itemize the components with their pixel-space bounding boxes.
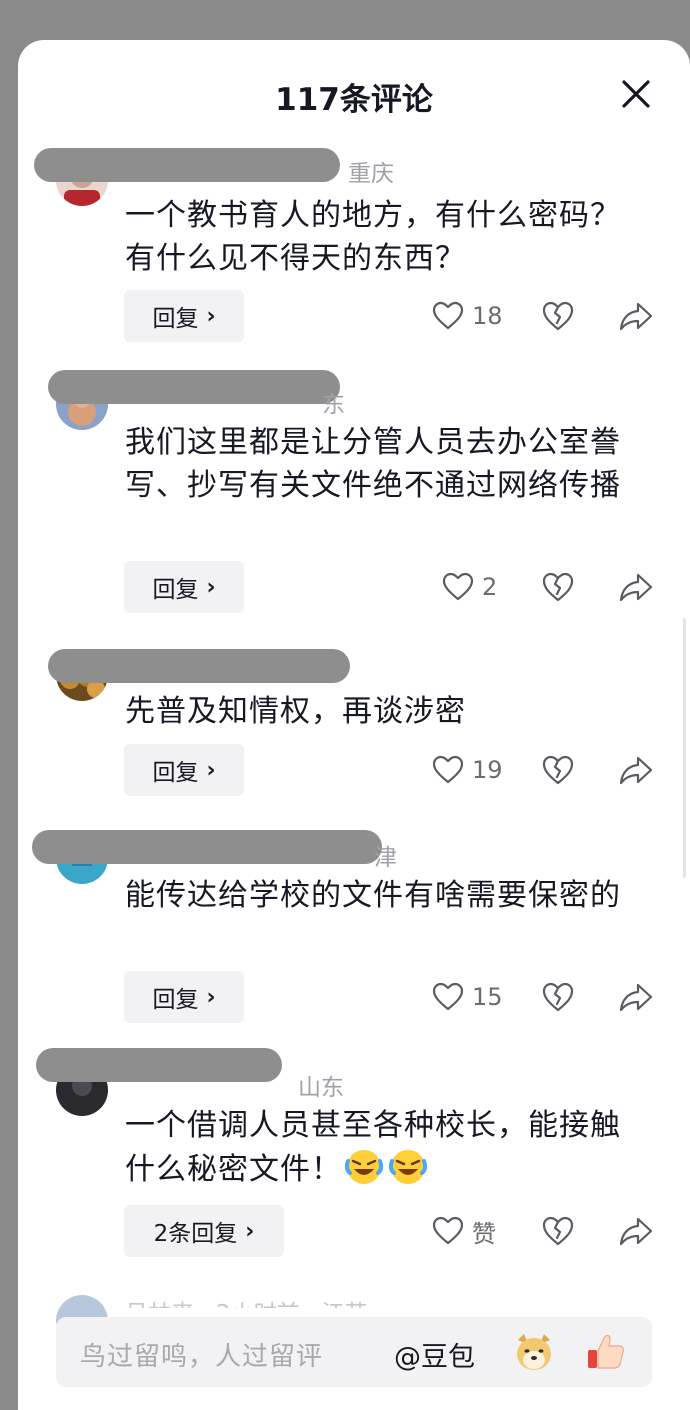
doge-emoji-icon[interactable] [512,1330,556,1374]
reply-button[interactable]: 回复 › [124,744,244,796]
laughing-crying-emoji-icon [388,1150,428,1184]
comment-item: 山东 一个借调人员甚至各种校长，能接触什么秘密文件！ 2条回复 › 赞 [18,1048,690,1268]
like-button[interactable]: 18 [432,296,503,336]
like-count: 18 [472,302,503,330]
broken-heart-icon[interactable] [540,979,576,1015]
partial-comment-meta: 吕林来 · 2小时前 · 江苏 [125,1294,368,1308]
chevron-right-icon: › [206,303,216,329]
comment-item: 东 我们这里都是让分管人员去办公室誊写、抄写有关文件绝不通过网络传播 回复 › 2 [18,368,690,618]
reply-label: 回复 [152,987,199,1013]
broken-heart-icon[interactable] [540,752,576,788]
reply-label: 回复 [152,760,199,786]
reply-button[interactable]: 回复 › [124,971,244,1023]
heart-outline-icon [432,755,464,784]
comments-title: 117条评论 [275,82,433,118]
chevron-right-icon: › [206,574,216,600]
broken-heart-icon[interactable] [540,1213,576,1249]
comment-location: 津 [374,845,397,871]
redacted-username [48,370,340,404]
like-button[interactable]: 15 [432,977,503,1017]
mention-doubao-button[interactable]: @豆包 [394,1335,475,1374]
heart-outline-icon [432,1216,464,1245]
like-count: 2 [482,573,498,601]
reply-label: 回复 [152,306,199,332]
share-arrow-icon[interactable] [618,569,654,605]
broken-heart-icon[interactable] [540,298,576,334]
comment-text: 先普及知情权，再谈涉密 [125,694,466,729]
like-count: 赞 [472,1219,496,1248]
comment-item: 津 能传达给学校的文件有啥需要保密的 回复 › 15 [18,828,690,1028]
comment-text: 我们这里都是让分管人员去办公室誊写、抄写有关文件绝不通过网络传播 [125,425,621,503]
redacted-username [32,830,382,864]
like-button[interactable]: 赞 [432,1211,496,1251]
heart-outline-icon [442,572,474,601]
comment-item: 先普及知情权，再谈涉密 回复 › 19 [18,645,690,805]
chevron-right-icon: › [206,757,216,783]
heart-outline-icon [432,301,464,330]
laughing-crying-emoji-icon [344,1150,384,1184]
close-icon[interactable] [618,76,654,112]
share-arrow-icon[interactable] [618,298,654,334]
comment-location: 山东 [298,1075,344,1101]
share-arrow-icon[interactable] [618,752,654,788]
share-arrow-icon[interactable] [618,979,654,1015]
broken-heart-icon[interactable] [540,569,576,605]
reply-button[interactable]: 回复 › [124,561,244,613]
thumbs-up-emoji-icon[interactable] [584,1330,628,1374]
comment-text: 一个借调人员甚至各种校长，能接触什么秘密文件！ [125,1104,645,1191]
like-button[interactable]: 2 [442,567,497,607]
redacted-username [36,1048,282,1082]
comment-location: 重庆 [348,161,394,187]
comment-input[interactable]: 鸟过留鸣，人过留评 @豆包 [56,1317,652,1387]
reply-label: 2条回复 [153,1221,238,1247]
reply-label: 回复 [152,577,199,603]
scrollbar[interactable] [683,618,686,878]
comment-item: 重庆 一个教书育人的地方，有什么密码？有什么见不得天的东西？ 回复 › 18 [18,148,690,348]
redacted-username [34,148,340,182]
chevron-right-icon: › [206,984,216,1010]
redacted-username [48,649,350,683]
comments-header: 117条评论 [18,40,690,148]
share-arrow-icon[interactable] [618,1213,654,1249]
heart-outline-icon [432,982,464,1011]
comments-sheet: 117条评论 重庆 一个教书育人的地方，有什么密码？有什么见不得天的东西？ 回复… [18,40,690,1410]
like-button[interactable]: 19 [432,750,503,790]
like-count: 19 [472,756,503,784]
reply-button[interactable]: 回复 › [124,290,244,342]
like-count: 15 [472,983,503,1011]
comment-text: 能传达给学校的文件有啥需要保密的 [125,878,621,913]
reply-button[interactable]: 2条回复 › [124,1205,284,1257]
chevron-right-icon: › [245,1218,255,1244]
comment-location: 东 [322,392,345,418]
comment-text: 一个教书育人的地方，有什么密码？有什么见不得天的东西？ [125,198,621,276]
comment-input-placeholder: 鸟过留鸣，人过留评 [80,1342,324,1372]
